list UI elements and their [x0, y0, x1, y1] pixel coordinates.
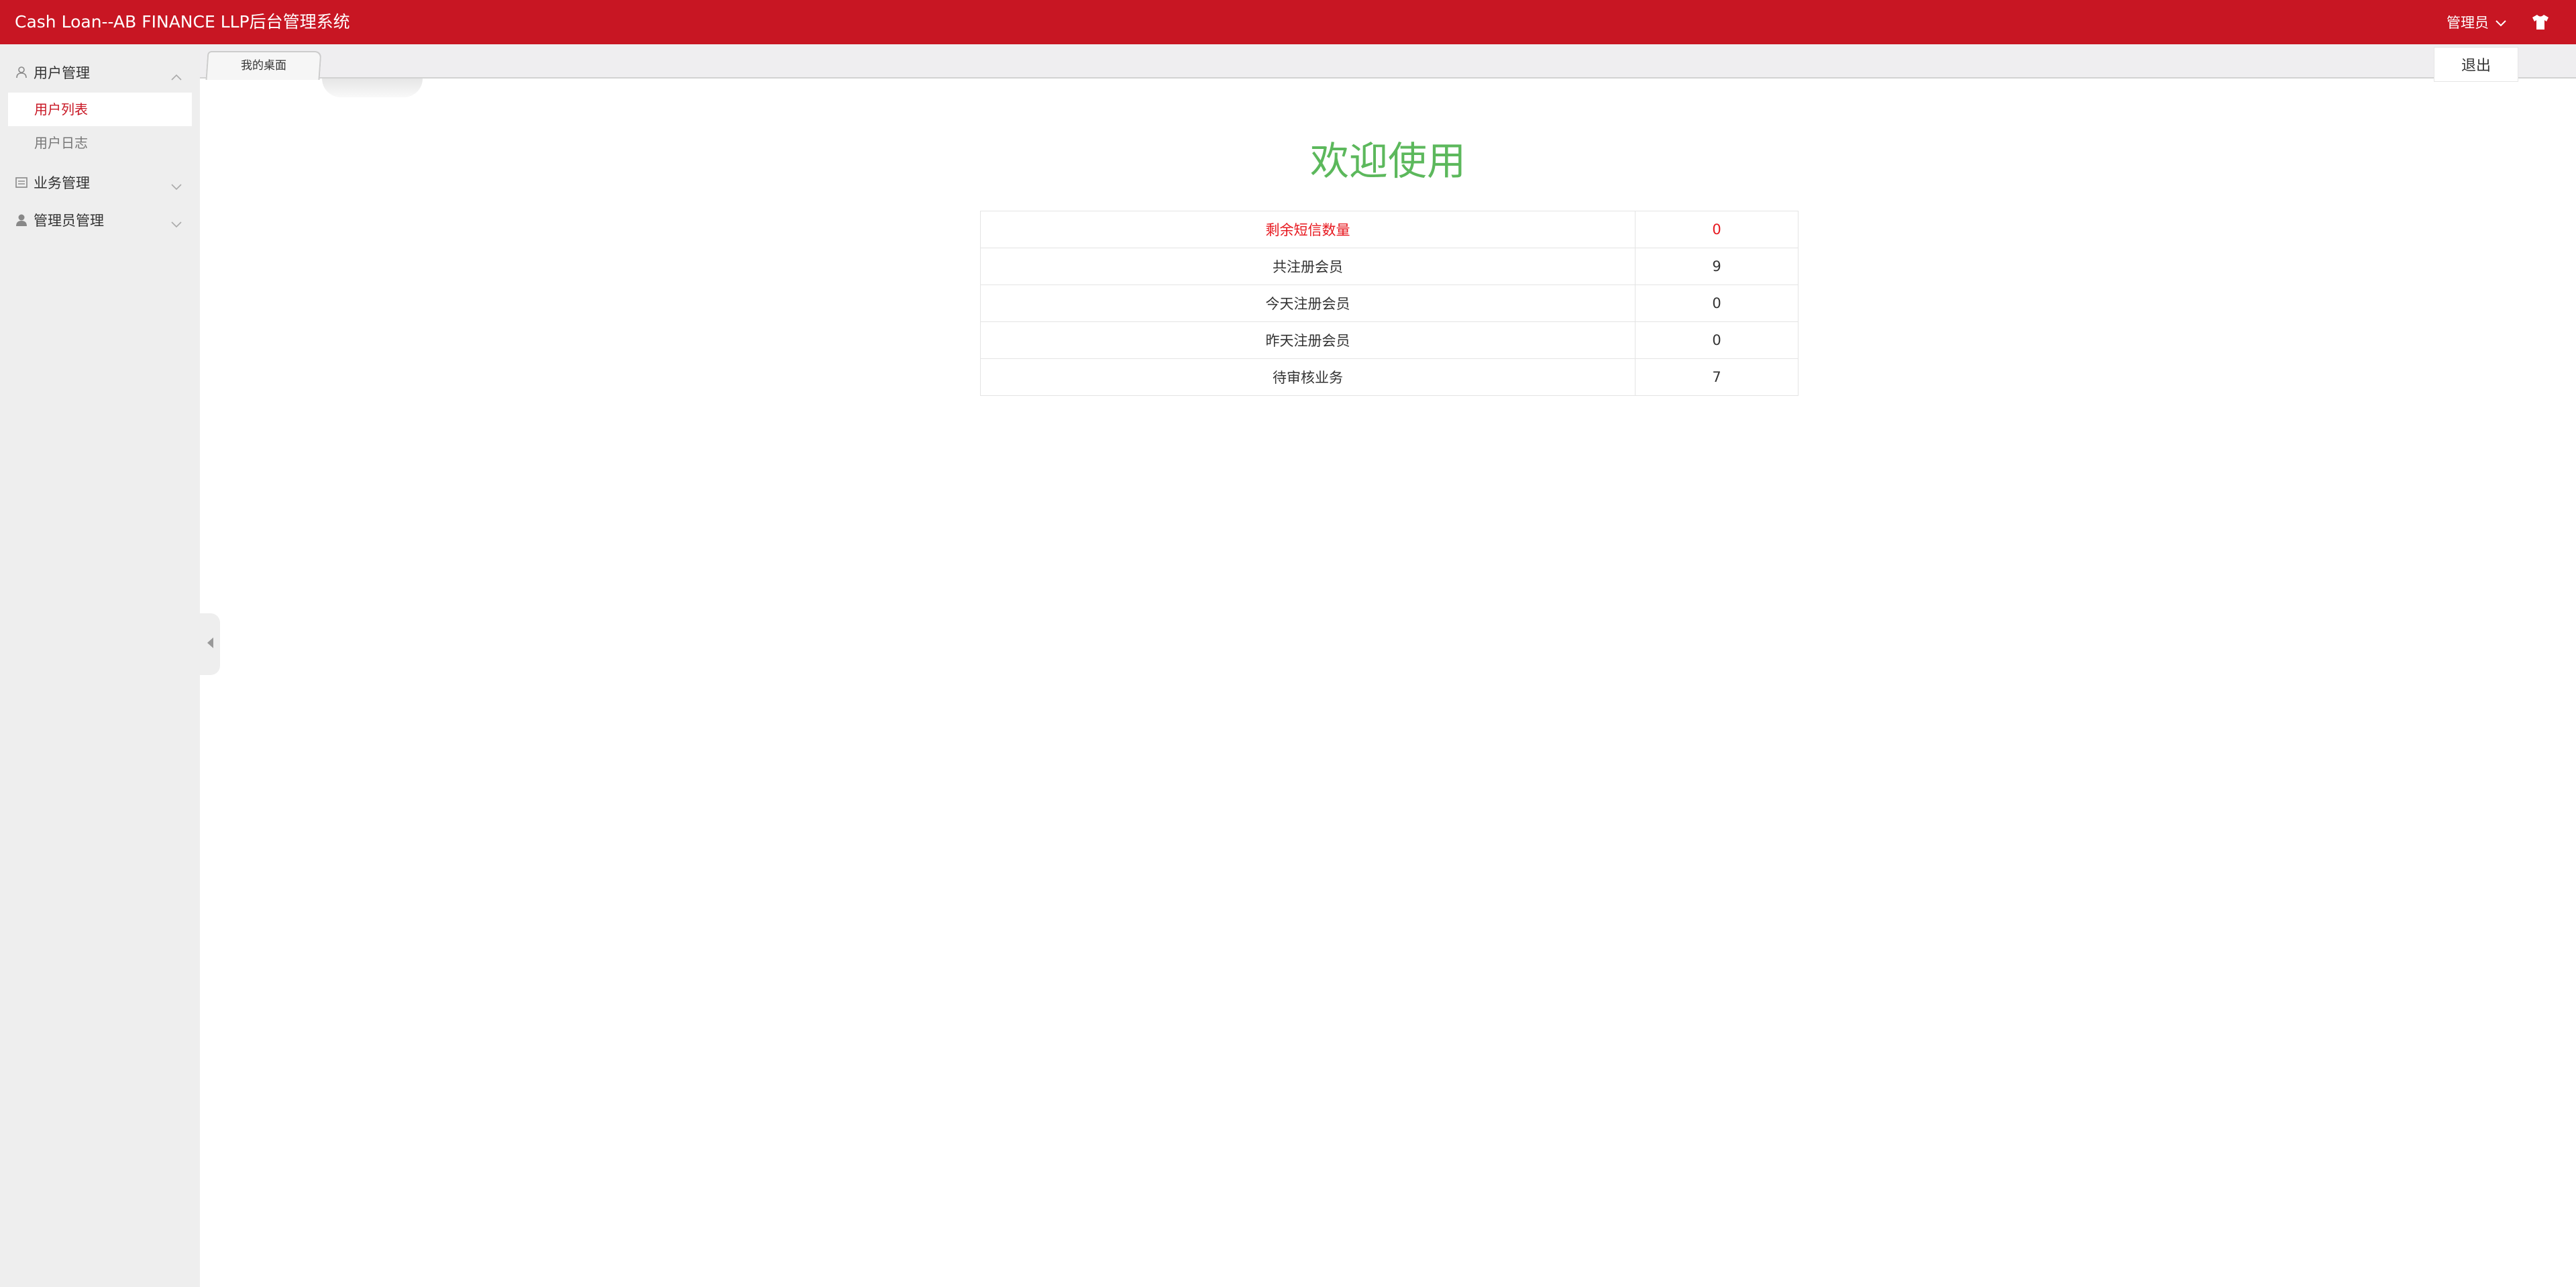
stats-table: 剩余短信数量 0 共注册会员 9 今天注册会员 0 昨天注册会员 0 待审核业务… [980, 211, 1799, 396]
tshirt-skin-icon[interactable] [2532, 14, 2549, 30]
menu-group-label: 管理员管理 [34, 213, 104, 229]
sidebar: 用户管理 用户列表 用户日志 业务管理 管理员管理 [0, 44, 200, 1287]
business-icon [15, 176, 28, 189]
table-row-pending-business: 待审核业务 7 [980, 358, 1799, 396]
tab-my-desktop[interactable]: 我的桌面 [205, 51, 322, 80]
user-outline-icon [15, 66, 28, 79]
menu-group-admin-management[interactable]: 管理员管理 [0, 201, 200, 239]
welcome-heading: 欢迎使用 [1309, 138, 1466, 184]
submenu-item-user-list[interactable]: 用户列表 [8, 93, 192, 126]
chevron-down-icon [170, 216, 182, 228]
stat-label: 待审核业务 [980, 358, 1635, 396]
chevron-down-icon [170, 178, 182, 191]
admin-dropdown[interactable]: 管理员 [2447, 0, 2506, 44]
stat-label: 剩余短信数量 [980, 211, 1635, 248]
stat-label: 今天注册会员 [980, 285, 1635, 322]
stat-label: 昨天注册会员 [980, 321, 1635, 359]
tab-label: 我的桌面 [240, 59, 286, 72]
stat-value: 9 [1635, 248, 1799, 285]
top-header: Cash Loan--AB FINANCE LLP后台管理系统 管理员 [0, 0, 2576, 44]
stat-value: 0 [1635, 211, 1799, 248]
tab-shadow [322, 79, 423, 97]
stat-value: 0 [1635, 321, 1799, 359]
sidebar-collapse-handle[interactable] [200, 613, 220, 675]
chevron-up-icon [170, 68, 182, 81]
submenu-user-management: 用户列表 用户日志 [0, 91, 200, 164]
chevron-down-icon [2496, 14, 2506, 30]
stat-value: 0 [1635, 285, 1799, 322]
menu-group-label: 业务管理 [34, 175, 90, 191]
menu-group-user-management[interactable]: 用户管理 [0, 54, 200, 91]
menu-group-business-management[interactable]: 业务管理 [0, 164, 200, 201]
table-row-today-members: 今天注册会员 0 [980, 285, 1799, 322]
caret-left-icon [206, 637, 214, 652]
submenu-item-user-log[interactable]: 用户日志 [8, 126, 192, 160]
stat-label: 共注册会员 [980, 248, 1635, 285]
app-title: Cash Loan--AB FINANCE LLP后台管理系统 [15, 12, 350, 32]
admin-icon [15, 213, 28, 227]
admin-label: 管理员 [2447, 15, 2489, 31]
tab-bar: 我的桌面 [200, 44, 2576, 80]
stat-value: 7 [1635, 358, 1799, 396]
logout-button[interactable]: 退出 [2434, 47, 2518, 82]
table-row-total-members: 共注册会员 9 [980, 248, 1799, 285]
menu-group-label: 用户管理 [34, 65, 90, 81]
table-row-sms-remaining: 剩余短信数量 0 [980, 211, 1799, 248]
table-row-yesterday-members: 昨天注册会员 0 [980, 321, 1799, 359]
